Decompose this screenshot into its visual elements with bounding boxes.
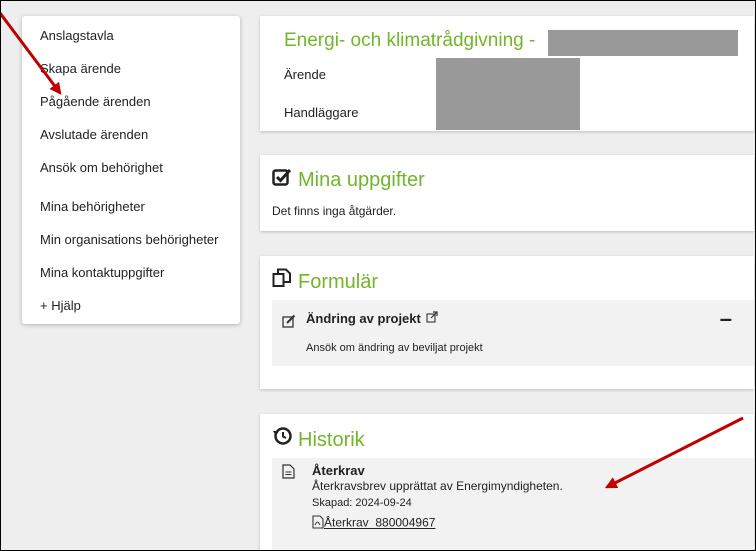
history-heading: Historik [272, 426, 365, 452]
sidebar-item-avslutade-arenden[interactable]: Avslutade ärenden [40, 127, 148, 142]
external-link-icon [426, 311, 439, 326]
form-item-andring-projekt[interactable]: Ändring av projekt Ansök om ändring av b… [272, 300, 754, 366]
forms-title: Formulär [298, 271, 379, 293]
sidebar-item-ansok-behorighet[interactable]: Ansök om behörighet [40, 160, 163, 175]
checkbox-checked-icon [272, 168, 292, 192]
history-entry-description: Återkravsbrev upprättat av Energimyndigh… [312, 479, 563, 493]
history-title: Historik [298, 429, 365, 451]
sidebar-menu: Anslagstavla Skapa ärende Pågående ärend… [22, 16, 240, 324]
sidebar-item-skapa-arende[interactable]: Skapa ärende [40, 61, 121, 76]
tasks-card: Mina uppgifter Det finns inga åtgärder. [260, 155, 754, 231]
tasks-empty-text: Det finns inga åtgärder. [272, 204, 397, 218]
history-icon [272, 426, 292, 452]
sidebar-item-kontaktuppgifter[interactable]: Mina kontaktuppgifter [40, 265, 164, 280]
collapse-toggle[interactable]: – [720, 306, 732, 332]
sidebar-item-pagaende-arenden[interactable]: Pågående ärenden [40, 94, 151, 109]
history-entry-link[interactable]: Återkrav_880004967 [312, 515, 435, 532]
handlaggare-label: Handläggare [284, 105, 359, 120]
sidebar-item-mina-behorigheter[interactable]: Mina behörigheter [40, 199, 145, 214]
sidebar-item-anslagstavla[interactable]: Anslagstavla [40, 28, 114, 43]
case-title: Energi- och klimatrådgivning - [284, 30, 536, 51]
redacted-case-details [436, 58, 580, 130]
tasks-heading: Mina uppgifter [272, 168, 425, 192]
pdf-icon [312, 515, 324, 532]
arende-label: Ärende [284, 67, 326, 82]
history-card: Historik Återkrav Återkravsbrev upprätta… [260, 414, 754, 551]
documents-icon [272, 268, 292, 294]
redacted-title-block [548, 30, 738, 56]
case-header-card: Energi- och klimatrådgivning - Ärende Ha… [260, 16, 754, 131]
history-entry-date: Skapad: 2024-09-24 [312, 497, 412, 509]
sidebar-item-organisations-behorigheter[interactable]: Min organisations behörigheter [40, 232, 219, 247]
tasks-title: Mina uppgifter [298, 169, 425, 191]
history-entry: Återkrav Återkravsbrev upprättat av Ener… [272, 458, 754, 551]
sidebar-item-hjalp[interactable]: + Hjälp [40, 298, 81, 313]
form-item-title[interactable]: Ändring av projekt [306, 311, 439, 326]
document-icon [282, 464, 295, 484]
history-entry-title: Återkrav [312, 463, 365, 478]
forms-card: Formulär Ändring av projekt Ansök om änd… [260, 256, 754, 389]
forms-heading: Formulär [272, 268, 378, 294]
history-entry-link-text[interactable]: Återkrav_880004967 [324, 516, 435, 530]
form-item-description: Ansök om ändring av beviljat projekt [306, 342, 483, 354]
edit-icon [282, 314, 296, 331]
